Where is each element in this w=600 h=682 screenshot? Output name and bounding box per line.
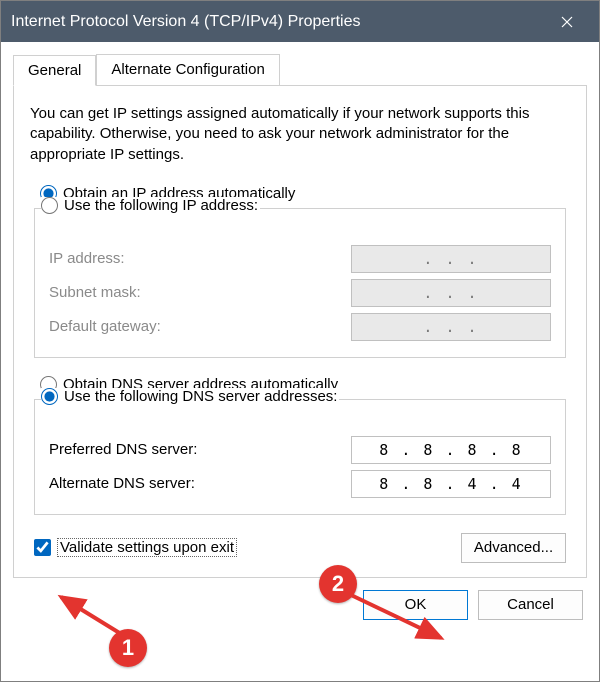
dialog-window: Internet Protocol Version 4 (TCP/IPv4) P… bbox=[0, 0, 600, 682]
checkbox-validate-input[interactable] bbox=[34, 539, 51, 556]
footer-buttons: OK Cancel bbox=[13, 590, 587, 620]
row-gateway: Default gateway: . . . bbox=[49, 313, 551, 341]
ok-button[interactable]: OK bbox=[363, 590, 468, 620]
label-alternate-dns: Alternate DNS server: bbox=[49, 475, 195, 492]
label-subnet: Subnet mask: bbox=[49, 284, 141, 301]
close-icon bbox=[561, 16, 573, 28]
tab-general[interactable]: General bbox=[13, 55, 96, 86]
tab-alternate[interactable]: Alternate Configuration bbox=[96, 54, 279, 85]
window-title: Internet Protocol Version 4 (TCP/IPv4) P… bbox=[11, 13, 544, 31]
description-text: You can get IP settings assigned automat… bbox=[30, 104, 570, 165]
tab-panel-general: You can get IP settings assigned automat… bbox=[13, 85, 587, 578]
row-preferred-dns: Preferred DNS server: 8 . 8 . 8 . 8 bbox=[49, 436, 551, 464]
row-ip-address: IP address: . . . bbox=[49, 245, 551, 273]
radio-ip-manual-input[interactable] bbox=[41, 197, 58, 214]
input-subnet: . . . bbox=[351, 279, 551, 307]
bottom-row: Validate settings upon exit Advanced... bbox=[30, 533, 570, 563]
checkbox-validate[interactable]: Validate settings upon exit bbox=[34, 538, 237, 557]
advanced-button[interactable]: Advanced... bbox=[461, 533, 566, 563]
radio-ip-manual[interactable]: Use the following IP address: bbox=[41, 197, 260, 214]
checkbox-validate-label: Validate settings upon exit bbox=[57, 538, 237, 557]
radio-dns-manual[interactable]: Use the following DNS server addresses: bbox=[41, 388, 339, 405]
row-subnet: Subnet mask: . . . bbox=[49, 279, 551, 307]
radio-dns-manual-label: Use the following DNS server addresses: bbox=[64, 388, 337, 405]
annotation-badge-1: 1 bbox=[109, 629, 147, 667]
input-gateway: . . . bbox=[351, 313, 551, 341]
group-ip-manual: Use the following IP address: IP address… bbox=[34, 208, 566, 358]
radio-dns-manual-input[interactable] bbox=[41, 388, 58, 405]
annotation-badge-2: 2 bbox=[319, 565, 357, 603]
input-alternate-dns[interactable]: 8 . 8 . 4 . 4 bbox=[351, 470, 551, 498]
input-ip-address: . . . bbox=[351, 245, 551, 273]
row-alternate-dns: Alternate DNS server: 8 . 8 . 4 . 4 bbox=[49, 470, 551, 498]
close-button[interactable] bbox=[544, 1, 589, 42]
input-preferred-dns[interactable]: 8 . 8 . 8 . 8 bbox=[351, 436, 551, 464]
label-preferred-dns: Preferred DNS server: bbox=[49, 441, 197, 458]
title-bar: Internet Protocol Version 4 (TCP/IPv4) P… bbox=[1, 1, 599, 42]
group-dns-manual: Use the following DNS server addresses: … bbox=[34, 399, 566, 515]
tab-strip: General Alternate Configuration bbox=[13, 54, 587, 85]
cancel-button[interactable]: Cancel bbox=[478, 590, 583, 620]
radio-ip-manual-label: Use the following IP address: bbox=[64, 197, 258, 214]
label-ip-address: IP address: bbox=[49, 250, 125, 267]
dialog-body: General Alternate Configuration You can … bbox=[1, 42, 599, 681]
label-gateway: Default gateway: bbox=[49, 318, 161, 335]
